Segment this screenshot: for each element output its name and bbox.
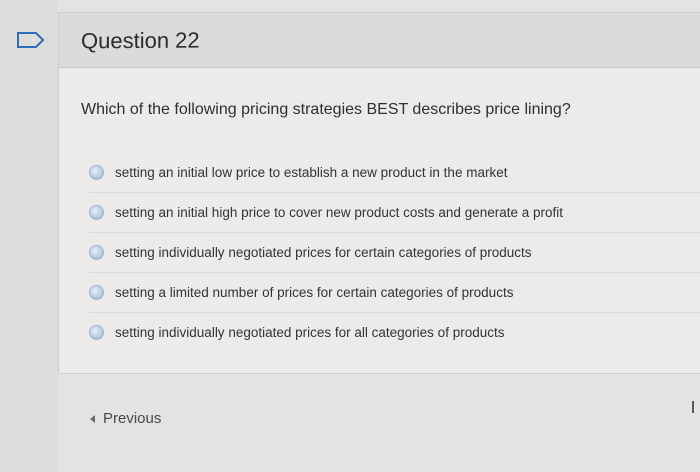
previous-label: Previous	[103, 410, 162, 427]
question-card: Question 22 Which of the following prici…	[58, 12, 700, 374]
answer-label[interactable]: setting an initial high price to cover n…	[115, 205, 563, 220]
radio-button[interactable]	[89, 245, 104, 260]
answer-options: setting an initial low price to establis…	[89, 153, 700, 352]
question-title: Question 22	[81, 27, 200, 54]
question-prompt: Which of the following pricing strategie…	[81, 101, 571, 118]
answer-option[interactable]: setting individually negotiated prices f…	[89, 313, 700, 352]
radio-button[interactable]	[89, 165, 104, 180]
answer-option[interactable]: setting an initial high price to cover n…	[89, 193, 700, 233]
answer-option[interactable]: setting individually negotiated prices f…	[89, 233, 700, 273]
answer-label[interactable]: setting individually negotiated prices f…	[115, 245, 531, 260]
flag-question-icon[interactable]	[16, 31, 46, 49]
answer-label[interactable]: setting individually negotiated prices f…	[115, 325, 504, 340]
answer-option[interactable]: setting an initial low price to establis…	[89, 153, 700, 193]
next-button-edge[interactable]	[692, 401, 694, 413]
radio-button[interactable]	[89, 325, 104, 340]
answer-label[interactable]: setting a limited number of prices for c…	[115, 285, 513, 300]
previous-button[interactable]: Previous	[90, 410, 161, 427]
flag-column	[0, 0, 58, 472]
answer-option[interactable]: setting a limited number of prices for c…	[89, 273, 700, 313]
question-header: Question 22	[59, 13, 700, 68]
radio-button[interactable]	[89, 205, 104, 220]
left-arrow-icon	[90, 414, 95, 423]
answer-label[interactable]: setting an initial low price to establis…	[115, 165, 507, 180]
radio-button[interactable]	[89, 285, 104, 300]
